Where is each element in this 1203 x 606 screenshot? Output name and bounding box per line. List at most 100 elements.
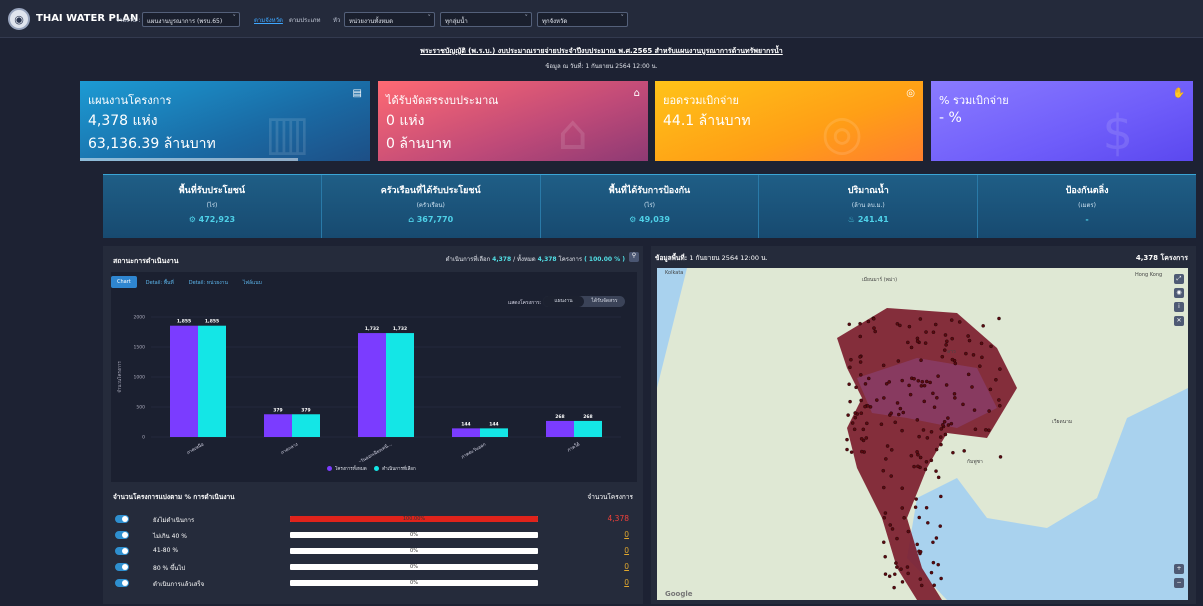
project-marker[interactable] [883,511,888,515]
project-marker[interactable] [989,344,993,349]
project-marker[interactable] [881,468,886,473]
project-marker[interactable] [919,384,924,388]
project-marker[interactable] [908,392,913,397]
project-marker[interactable] [859,411,864,415]
project-marker[interactable] [950,336,954,341]
project-marker[interactable] [889,474,893,478]
project-marker[interactable] [931,540,935,545]
project-marker[interactable] [952,392,957,396]
project-marker[interactable] [882,396,886,400]
project-marker[interactable] [913,505,918,509]
project-marker[interactable] [979,341,984,346]
project-marker[interactable] [864,436,869,440]
zoom-out-icon[interactable]: − [1174,578,1184,588]
project-marker[interactable] [942,419,947,424]
project-marker[interactable] [894,561,898,565]
series-allocated[interactable]: ได้รับจัดสรร [584,296,625,307]
fullscreen-icon[interactable]: ⤢ [1174,274,1184,284]
project-marker[interactable] [966,334,970,338]
project-marker[interactable] [922,383,927,388]
project-marker[interactable] [849,357,853,362]
progress-count[interactable]: 0 [624,578,629,587]
project-marker[interactable] [902,516,906,520]
project-marker[interactable] [917,434,921,439]
legend-total[interactable]: โครงการทั้งหมด [335,467,367,472]
project-marker[interactable] [853,411,857,415]
project-marker[interactable] [994,378,998,382]
project-marker[interactable] [882,540,886,544]
project-marker[interactable] [931,391,935,396]
project-marker[interactable] [932,405,937,409]
project-marker[interactable] [936,374,940,378]
project-marker[interactable] [896,359,901,363]
project-marker[interactable] [923,467,928,472]
project-marker[interactable] [875,398,879,402]
project-marker[interactable] [966,372,971,377]
project-marker[interactable] [925,379,929,384]
project-marker[interactable] [924,506,929,510]
project-marker[interactable] [915,339,920,344]
project-marker[interactable] [900,580,905,584]
project-marker[interactable] [872,326,876,330]
project-marker[interactable] [929,430,934,434]
project-marker[interactable] [859,398,863,403]
project-marker[interactable] [939,494,943,499]
progress-toggle[interactable] [115,547,129,555]
project-marker[interactable] [997,316,1001,321]
project-marker[interactable] [981,324,985,328]
tab-chart[interactable]: Chart [111,276,137,288]
project-marker[interactable] [895,401,900,405]
project-marker[interactable] [934,469,938,473]
project-marker[interactable] [860,449,864,454]
project-marker[interactable] [934,447,939,452]
project-marker[interactable] [907,383,911,388]
project-marker[interactable] [859,437,864,441]
project-marker[interactable] [888,523,893,527]
project-marker[interactable] [940,354,945,359]
project-marker[interactable] [884,382,889,386]
project-marker[interactable] [939,442,943,447]
project-marker[interactable] [933,322,938,327]
project-marker[interactable] [917,515,921,520]
project-marker[interactable] [849,450,854,454]
tab-detail-agency[interactable]: Detail: หน่วยงาน [183,276,234,288]
project-marker[interactable] [938,435,943,439]
project-marker[interactable] [943,333,948,337]
project-marker[interactable] [881,363,886,368]
project-marker[interactable] [951,450,955,455]
project-marker[interactable] [892,585,896,590]
project-marker[interactable] [939,576,943,581]
project-marker[interactable] [929,570,934,575]
project-marker[interactable] [915,336,920,341]
project-marker[interactable] [893,572,897,576]
project-marker[interactable] [921,428,926,432]
project-marker[interactable] [866,319,871,324]
project-marker[interactable] [944,383,949,387]
project-marker[interactable] [950,357,955,362]
project-marker[interactable] [964,351,968,356]
project-marker[interactable] [845,447,849,452]
progress-count[interactable]: 0 [624,562,629,571]
project-marker[interactable] [905,565,910,569]
project-marker[interactable] [931,560,936,565]
project-marker[interactable] [914,497,918,501]
project-marker[interactable] [998,367,1002,371]
project-marker[interactable] [883,572,888,576]
project-marker[interactable] [961,402,965,407]
project-marker[interactable] [882,485,886,490]
project-marker[interactable] [980,355,984,360]
project-marker[interactable] [924,330,928,334]
project-marker[interactable] [909,345,914,350]
project-marker[interactable] [890,527,895,531]
project-marker[interactable] [972,408,977,412]
layers-icon[interactable]: ◉ [1174,288,1184,298]
project-marker[interactable] [873,329,877,334]
project-marker[interactable] [934,536,939,540]
project-marker[interactable] [971,353,976,357]
series-toggle[interactable]: แผนงาน ได้รับจัดสรร [543,296,625,307]
project-marker[interactable] [883,554,887,559]
project-marker[interactable] [936,475,941,480]
project-marker[interactable] [867,376,871,381]
project-marker[interactable] [997,398,1001,402]
project-marker[interactable] [871,317,876,321]
